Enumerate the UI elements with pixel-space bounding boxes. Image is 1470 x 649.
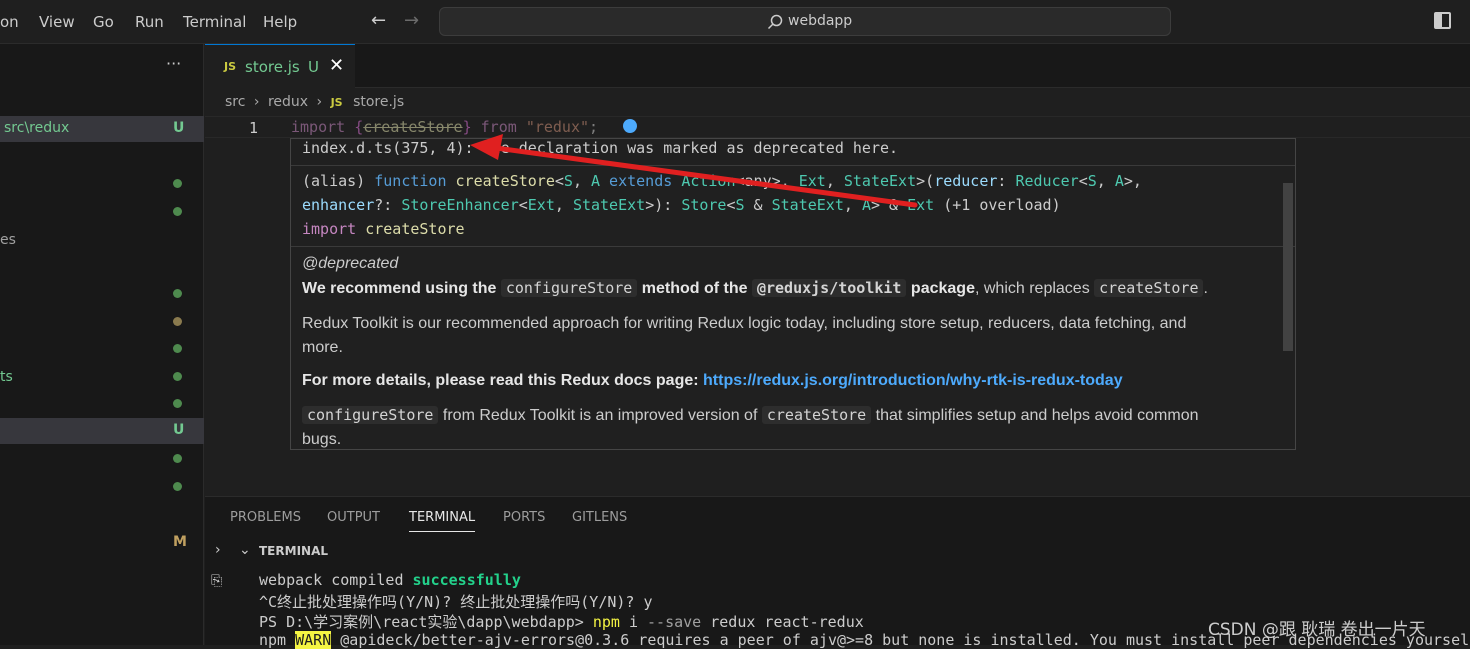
untracked-badge: U — [308, 58, 319, 76]
chevron-down-icon[interactable]: ⌄ — [239, 542, 251, 558]
title-bar: on View Go Run Terminal Help ← → webdapp — [0, 0, 1470, 44]
hover-scrollbar[interactable] — [1283, 183, 1293, 351]
menu-item-file[interactable]: on — [0, 13, 19, 31]
status-dot — [173, 482, 182, 491]
tab-gitlens[interactable]: GITLENS — [572, 510, 627, 525]
line-number: 1 — [249, 119, 259, 137]
code-line[interactable]: 1 import {createStore} from "redux"; — [205, 116, 1470, 138]
untracked-badge: U — [173, 120, 185, 136]
explorer-item-src-redux[interactable]: src\redux U — [0, 116, 204, 142]
status-dot — [173, 179, 182, 188]
doc-paragraph-4-cont: bugs. — [302, 431, 342, 448]
terminal-line: PS D:\学习案例\react实验\dapp\webdapp> npm i -… — [259, 613, 864, 631]
search-text: webdapp — [788, 13, 853, 29]
explorer-item-store-js[interactable]: U — [0, 418, 204, 444]
modified-badge: M — [173, 534, 187, 550]
breadcrumb-item-src[interactable]: src — [225, 94, 245, 110]
status-dot — [173, 372, 182, 381]
editor-tab-bar: JS store.js U ✕ — [205, 44, 1470, 88]
breadcrumb: src › redux › JS store.js — [225, 94, 404, 110]
tab-label: store.js — [245, 58, 300, 76]
untracked-badge: U — [173, 422, 185, 438]
command-center-search[interactable]: webdapp — [439, 7, 1171, 36]
terminal-line: webpack compiled successfully — [259, 571, 521, 589]
code-text[interactable]: import {createStore} from "redux"; — [291, 118, 598, 136]
explorer-item[interactable]: es — [0, 228, 204, 254]
javascript-file-icon: JS — [330, 95, 343, 109]
tab-store-js[interactable]: JS store.js U ✕ — [205, 44, 355, 88]
doc-paragraph-2: Redux Toolkit is our recommended approac… — [302, 315, 1187, 332]
forward-arrow-icon[interactable]: → — [404, 10, 419, 31]
hover-tooltip: index.d.ts(375, 4): The declaration was … — [290, 138, 1296, 450]
status-dot — [173, 344, 182, 353]
javascript-file-icon: JS — [224, 60, 237, 73]
status-dot — [173, 289, 182, 298]
tab-ports[interactable]: PORTS — [503, 510, 545, 525]
deprecated-tag: @deprecated — [302, 255, 399, 272]
status-dot — [173, 399, 182, 408]
menu-item-terminal[interactable]: Terminal — [183, 13, 246, 31]
explorer-item-label: es — [0, 232, 16, 248]
explorer-item-label: src\redux — [4, 120, 70, 136]
doc-paragraph-1: We recommend using the configureStore me… — [302, 279, 1208, 297]
signature-line-3: import createStore — [302, 220, 465, 238]
breadcrumb-item-file[interactable]: store.js — [353, 94, 404, 110]
back-arrow-icon[interactable]: ← — [371, 10, 386, 31]
declaration-ref-link[interactable]: index.d.ts(375, 4): — [302, 139, 474, 157]
terminal-title: TERMINAL — [259, 544, 329, 558]
docs-link[interactable]: https://redux.js.org/introduction/why-rt… — [703, 372, 1123, 389]
hover-signature-section: (alias) function createStore<S, A extend… — [291, 166, 1295, 247]
signature-line-1: (alias) function createStore<S, A extend… — [302, 172, 1142, 190]
chevron-right-icon: › — [316, 94, 323, 110]
status-dot — [173, 454, 182, 463]
terminal-line: ^C终止批处理操作吗(Y/N)? 终止批处理操作吗(Y/N)? y — [259, 593, 653, 611]
lightbulb-icon[interactable] — [623, 119, 637, 133]
menu-item-go[interactable]: Go — [93, 13, 114, 31]
explorer-item-label: ts — [0, 369, 13, 385]
more-actions-icon[interactable]: ··· — [166, 54, 181, 73]
doc-paragraph-3: For more details, please read this Redux… — [302, 372, 1123, 389]
menu-item-help[interactable]: Help — [263, 13, 297, 31]
terminal-instance-icon[interactable]: ⎘ — [211, 573, 222, 589]
tab-problems[interactable]: PROBLEMS — [230, 510, 301, 525]
menu-item-run[interactable]: Run — [135, 13, 164, 31]
menu-item-view[interactable]: View — [39, 13, 75, 31]
doc-paragraph-4: configureStore from Redux Toolkit is an … — [302, 406, 1199, 425]
status-dot — [173, 317, 182, 326]
tab-terminal[interactable]: TERMINAL — [409, 510, 476, 532]
close-icon[interactable]: ✕ — [329, 55, 344, 76]
declaration-text: The declaration was marked as deprecated… — [473, 139, 899, 157]
signature-line-2: enhancer?: StoreEnhancer<Ext, StateExt>)… — [302, 196, 1061, 214]
toggle-sidebar-icon[interactable] — [1434, 12, 1451, 29]
watermark: CSDN @跟 耿瑞 卷出一片天 — [1208, 620, 1426, 640]
explorer-sidebar: ··· src\redux U es ts U M — [0, 44, 204, 645]
chevron-right-icon[interactable]: › — [215, 542, 221, 558]
chevron-right-icon: › — [253, 94, 260, 110]
tab-output[interactable]: OUTPUT — [327, 510, 380, 525]
hover-declaration-section: index.d.ts(375, 4): The declaration was … — [291, 139, 1295, 166]
search-icon — [767, 14, 783, 30]
status-dot — [173, 207, 182, 216]
terminal-header[interactable]: › ⌄ TERMINAL — [205, 541, 1470, 563]
breadcrumb-item-redux[interactable]: redux — [268, 94, 308, 110]
doc-paragraph-2-cont: more. — [302, 339, 343, 356]
